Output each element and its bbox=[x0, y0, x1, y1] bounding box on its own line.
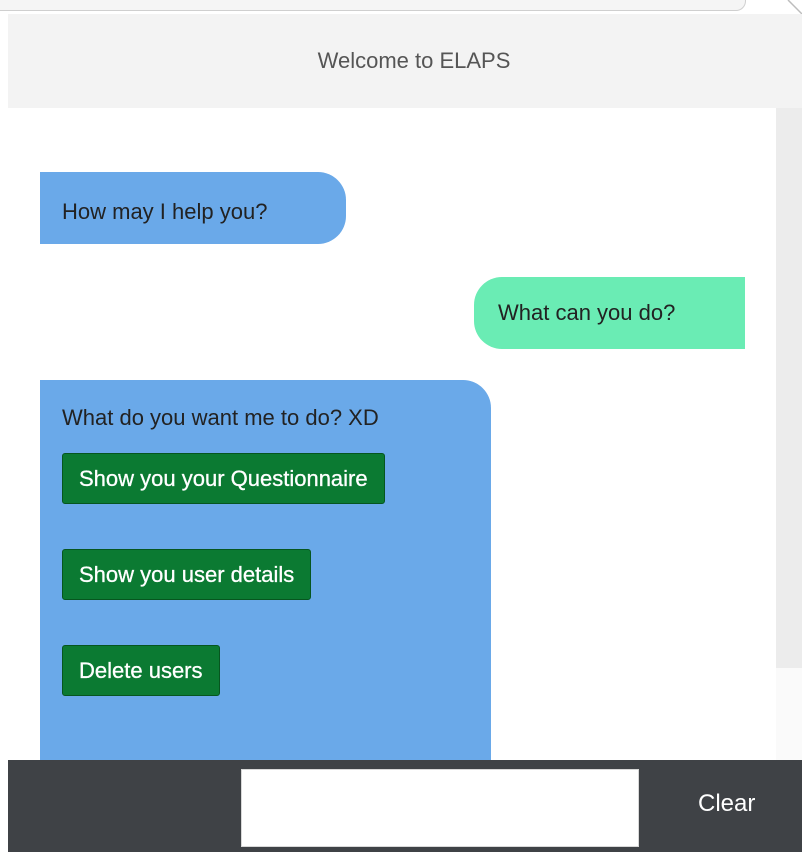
show-questionnaire-button[interactable]: Show you your Questionnaire bbox=[62, 453, 385, 504]
user-message: What can you do? bbox=[474, 277, 745, 349]
show-user-details-button[interactable]: Show you user details bbox=[62, 549, 312, 600]
message-input[interactable] bbox=[241, 769, 639, 847]
bot-message: How may I help you? bbox=[40, 172, 346, 244]
message-text: How may I help you? bbox=[62, 199, 268, 224]
chat-footer: Clear bbox=[8, 760, 802, 852]
message-text: What do you want me to do? XD bbox=[62, 405, 379, 430]
clear-button[interactable]: Clear bbox=[698, 790, 755, 818]
chat-header: Welcome to ELAPS bbox=[8, 14, 802, 109]
delete-users-button[interactable]: Delete users bbox=[62, 645, 220, 696]
chat-title: Welcome to ELAPS bbox=[317, 48, 511, 73]
message-list[interactable]: How may I help you? What can you do? Wha… bbox=[0, 108, 776, 760]
message-text: What can you do? bbox=[498, 300, 676, 325]
chat-window: Welcome to ELAPS How may I help you? Wha… bbox=[0, 0, 802, 852]
previous-panel-edge bbox=[0, 0, 746, 11]
scrollbar-thumb[interactable] bbox=[776, 108, 802, 668]
bot-message-with-actions: What do you want me to do? XD Show you y… bbox=[40, 380, 491, 760]
chat-scrollbar[interactable] bbox=[776, 108, 802, 760]
